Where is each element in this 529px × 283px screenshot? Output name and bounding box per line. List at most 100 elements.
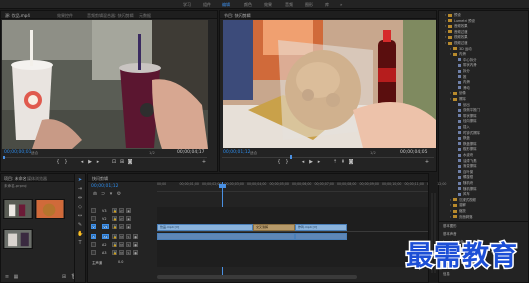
selection-tool-icon[interactable]: ➤ — [77, 177, 83, 183]
sync-v2-icon[interactable]: ⇄ — [119, 216, 124, 221]
clip-thumbnail-chicken[interactable] — [35, 199, 65, 219]
tab-source[interactable]: 源: 饮品.mp4 — [5, 13, 30, 19]
mute-a1-button[interactable]: M — [119, 234, 124, 239]
effects-tree-item[interactable]: 径向擦除 — [441, 118, 477, 123]
source-patch-v3[interactable] — [91, 208, 96, 213]
track-select-tool-icon[interactable]: ⇥ — [77, 186, 83, 192]
program-playhead[interactable] — [290, 155, 292, 159]
a1-clip-chicken[interactable] — [295, 233, 347, 240]
eye-v2-icon[interactable]: ◉ — [126, 216, 131, 221]
source-fit-select[interactable]: 适合 — [31, 151, 38, 156]
effects-tree-item[interactable]: 内滑 — [441, 79, 470, 84]
lock-a2-icon[interactable]: 🔒 — [112, 242, 117, 247]
lift-icon[interactable]: ⇡ — [332, 159, 338, 165]
ripple-edit-tool-icon[interactable]: ⇹ — [77, 195, 83, 201]
lock-v2-icon[interactable]: 🔒 — [112, 216, 117, 221]
playhead-handle[interactable] — [219, 184, 226, 188]
timeline-timecode[interactable]: 00;00;01;12 — [91, 184, 118, 189]
icon-view-icon[interactable]: ▦ — [13, 274, 19, 280]
effects-tree-item[interactable]: 插入 — [441, 124, 470, 129]
add-button-icon[interactable]: + — [201, 159, 207, 165]
workspace-edit[interactable]: 编辑 — [222, 2, 230, 8]
tab-media-browser[interactable]: 媒体浏览器 — [27, 176, 47, 182]
effects-tree-item[interactable]: › 缩放 — [441, 208, 466, 213]
lock-v1-icon[interactable]: 🔒 — [112, 224, 117, 229]
source-patch-a1[interactable]: A — [91, 234, 96, 239]
hand-tool-icon[interactable]: ✋ — [77, 231, 83, 237]
sync-v3-icon[interactable]: ⇄ — [119, 208, 124, 213]
effects-tree-item[interactable]: › 页面剥落 — [441, 214, 473, 219]
list-view-icon[interactable]: ≡ — [4, 274, 10, 280]
eye-v1-icon[interactable]: ◉ — [126, 224, 131, 229]
mute-a3-button[interactable]: M — [119, 250, 124, 255]
type-tool-icon[interactable]: T — [77, 240, 83, 246]
voiceover-a3-icon[interactable]: ● — [133, 250, 138, 255]
workspace-graphics[interactable]: 图形 — [305, 2, 313, 8]
timeline-horizontal-scrollbar[interactable] — [157, 275, 357, 279]
source-playhead[interactable] — [3, 156, 5, 159]
program-fraction[interactable]: 1/2 — [370, 151, 376, 155]
linked-selection-icon[interactable]: ⊃ — [100, 191, 106, 197]
effects-tree-item[interactable]: › 擦除 — [441, 96, 466, 101]
effects-tree-item[interactable]: › 沉浸式视频 — [441, 197, 476, 202]
effects-tree-item[interactable]: 中心拆分 — [441, 57, 477, 62]
slip-tool-icon[interactable]: ↔ — [77, 213, 83, 219]
program-timecode[interactable]: 00;00;01;12 — [223, 150, 250, 155]
effects-tree-item[interactable]: 双侧平推门 — [441, 107, 480, 112]
program-fit-select[interactable]: 适合 — [250, 151, 257, 156]
program-add-button-icon[interactable]: + — [424, 159, 430, 165]
source-patch-v1[interactable]: V — [91, 224, 96, 229]
solo-a2-button[interactable]: S — [126, 242, 131, 247]
v1-clip-drinks[interactable]: 饮品.mp4 [V] — [157, 224, 253, 231]
program-scrub-bar[interactable] — [222, 157, 434, 158]
effects-tree-item[interactable]: 渐变擦除 — [441, 163, 477, 168]
overwrite-icon[interactable]: ⊞ — [119, 159, 125, 165]
lower-panel-item[interactable]: 基本图形 — [443, 223, 457, 228]
solo-a3-button[interactable]: S — [126, 250, 131, 255]
effects-tree-item[interactable]: › 预设 — [441, 12, 461, 17]
tab-audio-mixer[interactable]: 音频剪辑混合器: 快闪剪辑 — [87, 13, 134, 19]
workspace-learn[interactable]: 学习 — [183, 2, 191, 8]
source-timecode[interactable]: 00;00;00;01 — [4, 150, 31, 155]
effects-tree-item[interactable]: › 视频效果 — [441, 34, 468, 39]
solo-a1-button[interactable]: S — [126, 234, 131, 239]
workspace-color[interactable]: 颜色 — [244, 2, 252, 8]
effects-tree-item[interactable]: 棋盘 — [441, 135, 470, 140]
lock-v3-icon[interactable]: 🔒 — [112, 208, 117, 213]
tab-sequence[interactable]: 快闪剪辑 — [92, 176, 108, 182]
program-step-back-icon[interactable]: ◂ — [300, 159, 306, 165]
tab-program[interactable]: 节目: 快闪剪辑 — [224, 13, 251, 19]
effects-tree-item[interactable]: › 视频过渡 — [441, 40, 468, 45]
program-mark-out-icon[interactable]: } — [284, 159, 290, 165]
eye-v3-icon[interactable]: ◉ — [126, 208, 131, 213]
add-marker-icon[interactable]: ▾ — [108, 191, 114, 197]
razor-tool-icon[interactable]: ◇ — [77, 204, 83, 210]
effects-tree-item[interactable]: › Lumetri 预设 — [441, 18, 475, 23]
tab-metadata[interactable]: 元数据 — [139, 13, 151, 19]
snap-icon[interactable]: ⋒ — [92, 191, 98, 197]
effects-tree-item[interactable]: 推 — [441, 74, 466, 79]
effects-tree-item[interactable]: 水波块 — [441, 152, 473, 157]
insert-icon[interactable]: ⊡ — [111, 159, 117, 165]
effects-tree-item[interactable]: › 溶解 — [441, 202, 466, 207]
effects-tree-item[interactable]: 楔形擦除 — [441, 146, 477, 151]
sync-v1-icon[interactable]: ⇄ — [119, 224, 124, 229]
workspace-effects[interactable]: 效果 — [264, 2, 272, 8]
extract-icon[interactable]: ⇞ — [340, 159, 346, 165]
mark-in-icon[interactable]: { — [55, 159, 61, 165]
track-label-a1[interactable]: A1 — [102, 234, 109, 239]
tab-effect-controls[interactable]: 效果控件 — [57, 13, 73, 19]
program-export-frame-icon[interactable]: ◙ — [348, 159, 354, 165]
source-patch-a2[interactable] — [91, 242, 96, 247]
effects-tree-item[interactable]: › 划像 — [441, 90, 466, 95]
effects-tree-item[interactable]: 棋盘擦除 — [441, 141, 477, 146]
export-frame-icon[interactable]: ◙ — [127, 159, 133, 165]
step-back-icon[interactable]: ◂ — [79, 159, 85, 165]
mute-a2-button[interactable]: M — [119, 242, 124, 247]
pen-tool-icon[interactable]: ✎ — [77, 222, 83, 228]
lock-a3-icon[interactable]: 🔒 — [112, 250, 117, 255]
effects-tree-item[interactable]: 拆分 — [441, 68, 470, 73]
v1-transition[interactable]: 交叉溶解 — [253, 224, 295, 231]
mark-out-icon[interactable]: } — [63, 159, 69, 165]
program-play-icon[interactable]: ▶ — [308, 159, 314, 165]
